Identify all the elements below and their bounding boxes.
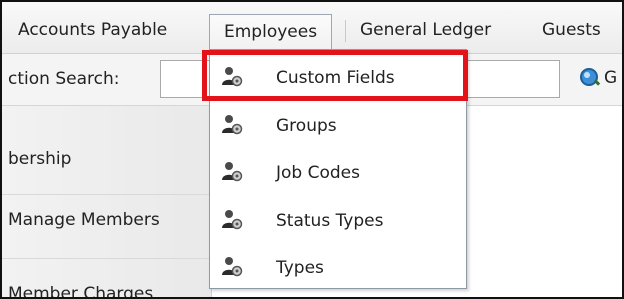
- menu-item-custom-fields[interactable]: Custom Fields: [210, 56, 466, 100]
- user-gear-icon: [222, 67, 243, 87]
- menu-general-ledger[interactable]: General Ledger: [352, 16, 499, 46]
- app-window: Accounts Payable Employees General Ledge…: [0, 0, 624, 299]
- menu-accounts-payable[interactable]: Accounts Payable: [10, 16, 175, 46]
- menu-employees[interactable]: Employees: [209, 14, 333, 50]
- user-gear-icon: [222, 257, 243, 277]
- menu-item-job-codes[interactable]: Job Codes: [210, 151, 466, 195]
- menu-item-label: Groups: [276, 116, 337, 136]
- menu-item-types[interactable]: Types: [210, 246, 466, 290]
- employees-dropdown-menu: Custom Fields Groups Job Codes Status Ty…: [209, 49, 467, 289]
- menu-guests[interactable]: Guests: [534, 16, 609, 46]
- menu-item-label: Custom Fields: [276, 68, 395, 88]
- nav-item-member-charges[interactable]: Member Charges: [8, 284, 153, 297]
- user-gear-icon: [222, 115, 243, 135]
- search-go-icon[interactable]: [578, 66, 602, 90]
- menu-item-groups[interactable]: Groups: [210, 104, 466, 148]
- user-gear-icon: [222, 162, 243, 182]
- search-go-label[interactable]: G: [604, 68, 617, 88]
- search-label: ction Search:: [8, 69, 120, 89]
- nav-divider: [2, 194, 212, 195]
- nav-item-manage-members[interactable]: Manage Members: [8, 210, 160, 230]
- menu-item-status-types[interactable]: Status Types: [210, 199, 466, 243]
- menu-separator: [345, 20, 346, 42]
- menu-item-label: Status Types: [276, 211, 384, 231]
- nav-item-membership[interactable]: bership: [8, 149, 71, 169]
- user-gear-icon: [222, 210, 243, 230]
- nav-divider: [2, 258, 212, 259]
- menu-item-label: Types: [276, 258, 324, 278]
- menu-bar: Accounts Payable Employees General Ledge…: [2, 2, 622, 54]
- menu-item-label: Job Codes: [276, 163, 360, 183]
- left-navigation: bership Manage Members Member Charges: [2, 106, 212, 297]
